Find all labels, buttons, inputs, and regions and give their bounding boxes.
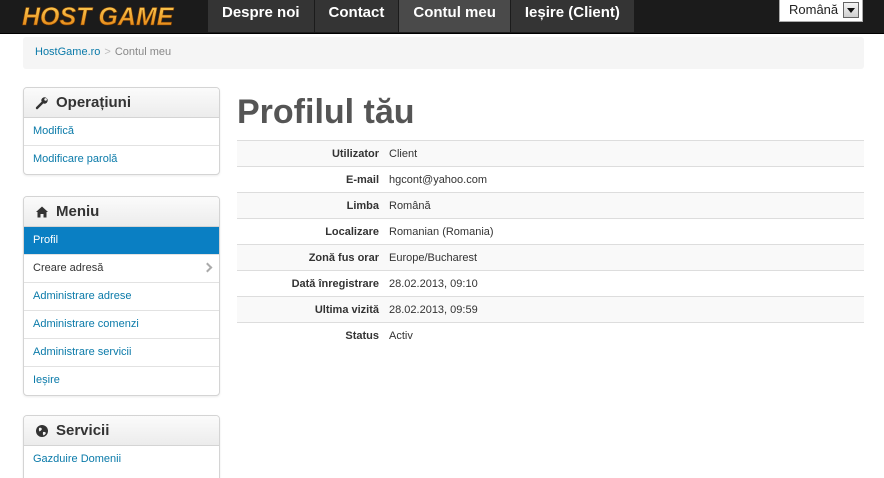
table-row: Localizare Romanian (Romania) [237, 218, 864, 245]
host-game-logo[interactable]: HOST GAME [22, 2, 192, 30]
row-label: Localizare [325, 225, 379, 238]
table-row: Limba Română [237, 192, 864, 219]
panel-servicii-header: Servicii [24, 416, 219, 446]
svg-text:HOST GAME: HOST GAME [22, 3, 175, 30]
row-label: Dată înregistrare [291, 277, 379, 290]
row-value: hgcont@yahoo.com [389, 173, 488, 186]
menu-item-modificare-parola[interactable]: Modificare parolă [24, 146, 219, 174]
main-nav: Despre noi Contact Contul meu Ieșire (Cl… [208, 0, 634, 32]
menu-item-iesire[interactable]: Ieșire [24, 367, 219, 395]
menu-item-administrare-comenzi[interactable]: Administrare comenzi [24, 311, 219, 339]
wrench-icon [35, 96, 48, 109]
row-value: Romanian (Romania) [389, 225, 494, 238]
row-value: Activ [389, 329, 413, 342]
menu-item-modifica[interactable]: Modifică [24, 118, 219, 146]
panel-meniu-title: Meniu [56, 203, 100, 220]
row-value: Română [389, 199, 431, 212]
row-label: E-mail [345, 173, 379, 186]
row-label: Status [345, 329, 379, 342]
row-value: 28.02.2013, 09:59 [389, 303, 478, 316]
menu-item-administrare-servicii[interactable]: Administrare servicii [24, 339, 219, 367]
row-label: Utilizator [331, 147, 379, 160]
table-row: Utilizator Client [237, 140, 864, 167]
row-value: 28.02.2013, 09:10 [389, 277, 478, 290]
language-selected-value: Română [789, 2, 839, 17]
breadcrumb: HostGame.ro > Contul meu [23, 37, 864, 69]
table-row: Status Activ [237, 322, 864, 349]
chevron-right-icon [202, 262, 213, 273]
breadcrumb-home-link[interactable]: HostGame.ro [35, 46, 100, 58]
menu-item-gazduire-domenii[interactable]: Gazduire Domenii [24, 446, 219, 474]
table-row: E-mail hgcont@yahoo.com [237, 166, 864, 193]
home-icon [36, 206, 48, 217]
menu-item-creare-adresa-label: Creare adresă [33, 262, 104, 274]
panel-servicii-title: Servicii [56, 422, 110, 439]
panel-meniu-header: Meniu [24, 197, 219, 227]
language-select[interactable]: Română [779, 0, 863, 22]
row-label: Zonă fus orar [308, 251, 379, 264]
table-row: Zonă fus orar Europe/Bucharest [237, 244, 864, 271]
panel-operatiuni-title: Operațiuni [56, 94, 132, 111]
top-navbar: HOST GAME Despre noi Contact Contul meu … [0, 0, 884, 34]
profile-table: Utilizator Client E-mail hgcont@yahoo.co… [237, 140, 864, 349]
nav-contul-meu[interactable]: Contul meu [399, 0, 511, 32]
nav-iesire-client[interactable]: Ieșire (Client) [510, 0, 634, 32]
chevron-down-icon[interactable] [843, 2, 859, 18]
table-row: Dată înregistrare 28.02.2013, 09:10 [237, 270, 864, 297]
panel-meniu: Meniu Profil Creare adresă Administrare … [23, 196, 220, 396]
nav-contact[interactable]: Contact [314, 0, 400, 32]
row-label: Ultima vizită [314, 303, 379, 316]
panel-operatiuni-header: Operațiuni [24, 88, 219, 118]
row-value: Client [389, 147, 418, 160]
breadcrumb-separator: > [104, 46, 111, 58]
breadcrumb-current: Contul meu [114, 46, 172, 58]
row-label: Limba [346, 199, 379, 212]
page-title: Profilul tău [237, 93, 415, 131]
nav-despre-noi[interactable]: Despre noi [208, 0, 315, 32]
globe-icon [36, 424, 48, 437]
menu-item-profil[interactable]: Profil [24, 227, 219, 255]
panel-operatiuni: Operațiuni Modifică Modificare parolă [23, 87, 220, 175]
menu-item-creare-adresa[interactable]: Creare adresă [24, 255, 219, 283]
table-row: Ultima vizită 28.02.2013, 09:59 [237, 296, 864, 323]
menu-item-administrare-adrese[interactable]: Administrare adrese [24, 283, 219, 311]
row-value: Europe/Bucharest [389, 251, 478, 264]
panel-servicii: Servicii Gazduire Domenii [23, 415, 220, 478]
